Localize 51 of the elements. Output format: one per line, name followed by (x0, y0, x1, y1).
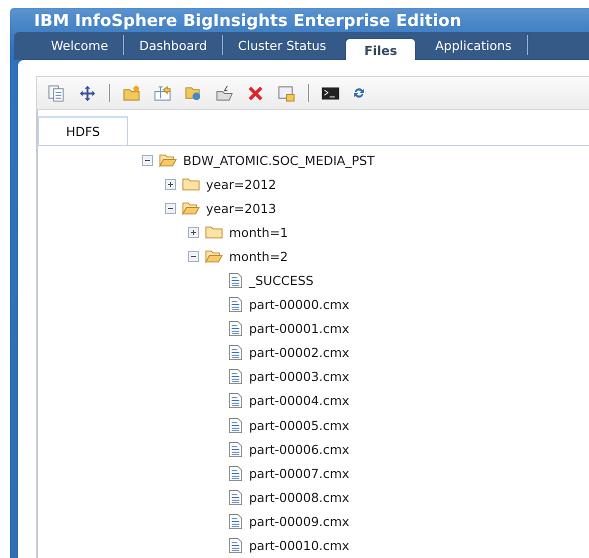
tree-item[interactable]: part-00005.cmx (249, 418, 350, 433)
move-icon[interactable] (78, 84, 97, 102)
file-icon (228, 512, 243, 530)
tree-item[interactable]: part-00000.cmx (249, 297, 350, 312)
tree-item[interactable]: month=2 (229, 248, 288, 264)
nav-tab[interactable]: Files (346, 39, 416, 60)
expand-icon[interactable] (188, 226, 199, 238)
tree-item[interactable]: part-00001.cmx (249, 321, 350, 336)
new-folder-icon[interactable] (122, 84, 141, 102)
tree-item[interactable]: part-00004.cmx (249, 393, 350, 408)
collapse-icon[interactable] (188, 250, 199, 262)
tree-item[interactable]: part-00008.cmx (249, 490, 350, 505)
tree-item[interactable]: part-00009.cmx (249, 514, 350, 529)
tree-item[interactable]: month=1 (229, 224, 288, 240)
nav-tab[interactable]: Cluster Status (223, 32, 342, 60)
tree-item[interactable]: _SUCCESS (249, 273, 314, 288)
open-folder-icon (182, 200, 200, 216)
tree-item[interactable]: part-00010.cmx (249, 538, 350, 554)
open-folder-icon (205, 248, 223, 264)
nav-tab[interactable]: Applications (420, 32, 527, 60)
file-icon (228, 392, 243, 410)
open-folder-icon[interactable] (215, 84, 234, 102)
file-icon (228, 537, 243, 554)
refresh-icon[interactable] (352, 86, 366, 100)
tree-item[interactable]: part-00007.cmx (249, 466, 350, 481)
file-icon (228, 488, 243, 506)
file-icon (228, 440, 243, 458)
tree-item[interactable]: year=2013 (206, 200, 276, 216)
copy-icon[interactable] (47, 84, 66, 102)
collapse-icon[interactable] (165, 202, 176, 214)
file-icon (228, 344, 243, 362)
file-icon (228, 416, 243, 434)
collapse-icon[interactable] (142, 154, 153, 166)
file-icon (228, 464, 243, 482)
file-icon (228, 272, 243, 290)
folder-icon (182, 176, 200, 192)
file-icon (228, 296, 243, 314)
nav-tab[interactable]: Welcome (36, 32, 124, 60)
file-icon (228, 368, 243, 386)
tree-item[interactable]: part-00002.cmx (249, 345, 350, 360)
tree-item[interactable]: part-00003.cmx (249, 369, 350, 384)
hdfs-tab[interactable]: HDFS (38, 116, 128, 145)
tree-item[interactable]: year=2012 (206, 176, 276, 192)
tree-item[interactable]: BDW_ATOMIC.SOC_MEDIA_PST (183, 152, 375, 168)
expand-icon[interactable] (165, 178, 176, 190)
file-icon (228, 320, 243, 338)
window-title: IBM InfoSphere BigInsights Enterprise Edition (34, 10, 462, 30)
tree-item[interactable]: part-00006.cmx (249, 442, 350, 457)
open-folder-icon (159, 152, 177, 168)
nav-tab[interactable]: Dashboard (124, 32, 222, 60)
folder-icon (205, 224, 223, 240)
